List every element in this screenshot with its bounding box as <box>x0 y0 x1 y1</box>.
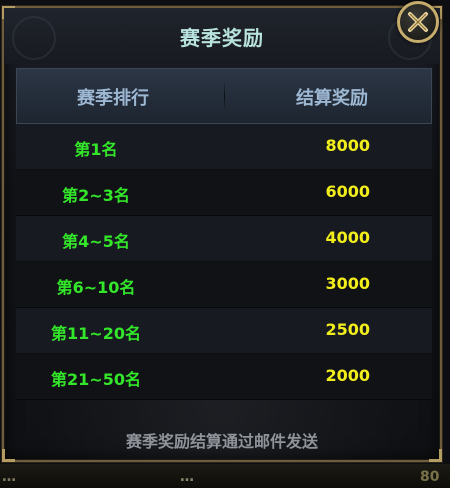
rank-cell: 第21~50名 <box>51 370 141 389</box>
season-reward-dialog: 赛季奖励 赛季排行 结算奖励 第1名 8000 第2~3名 6000 第4~5名… <box>1 5 443 463</box>
reward-table: 赛季排行 结算奖励 第1名 8000 第2~3名 6000 第4~5名 4000… <box>16 68 432 400</box>
rank-cell: 第1名 <box>74 140 118 159</box>
table-header: 赛季排行 结算奖励 <box>16 68 432 124</box>
table-row: 第2~3名 6000 <box>16 170 432 216</box>
table-row: 第4~5名 4000 <box>16 216 432 262</box>
reward-cell: 2500 <box>325 320 370 339</box>
rank-cell: 第4~5名 <box>62 232 130 251</box>
reward-cell: 2000 <box>325 366 370 385</box>
reward-cell: 4000 <box>325 228 370 247</box>
rank-cell: 第11~20名 <box>51 324 141 343</box>
background-text-left: … <box>2 469 16 485</box>
header-season-rank: 赛季排行 <box>77 88 149 109</box>
rank-cell: 第6~10名 <box>56 278 136 297</box>
reward-cell: 3000 <box>325 274 370 293</box>
background-text-middle: … <box>180 469 194 485</box>
rank-cell: 第2~3名 <box>62 186 130 205</box>
table-row: 第11~20名 2500 <box>16 308 432 354</box>
reward-cell: 6000 <box>325 182 370 201</box>
table-row: 第6~10名 3000 <box>16 262 432 308</box>
close-icon <box>408 12 428 32</box>
table-row: 第21~50名 2000 <box>16 354 432 400</box>
mail-delivery-note: 赛季奖励结算通过邮件发送 <box>125 432 318 451</box>
dialog-title: 赛季奖励 <box>180 26 264 50</box>
close-button[interactable] <box>397 1 439 43</box>
header-settlement-reward: 结算奖励 <box>296 88 368 109</box>
table-row: 第1名 8000 <box>16 124 432 170</box>
dialog-title-bar: 赛季奖励 <box>4 8 440 64</box>
reward-cell: 8000 <box>325 136 370 155</box>
background-text-right: 80 <box>420 469 440 485</box>
header-divider <box>224 81 225 111</box>
background-ui-strip: … … 80 <box>0 464 450 488</box>
